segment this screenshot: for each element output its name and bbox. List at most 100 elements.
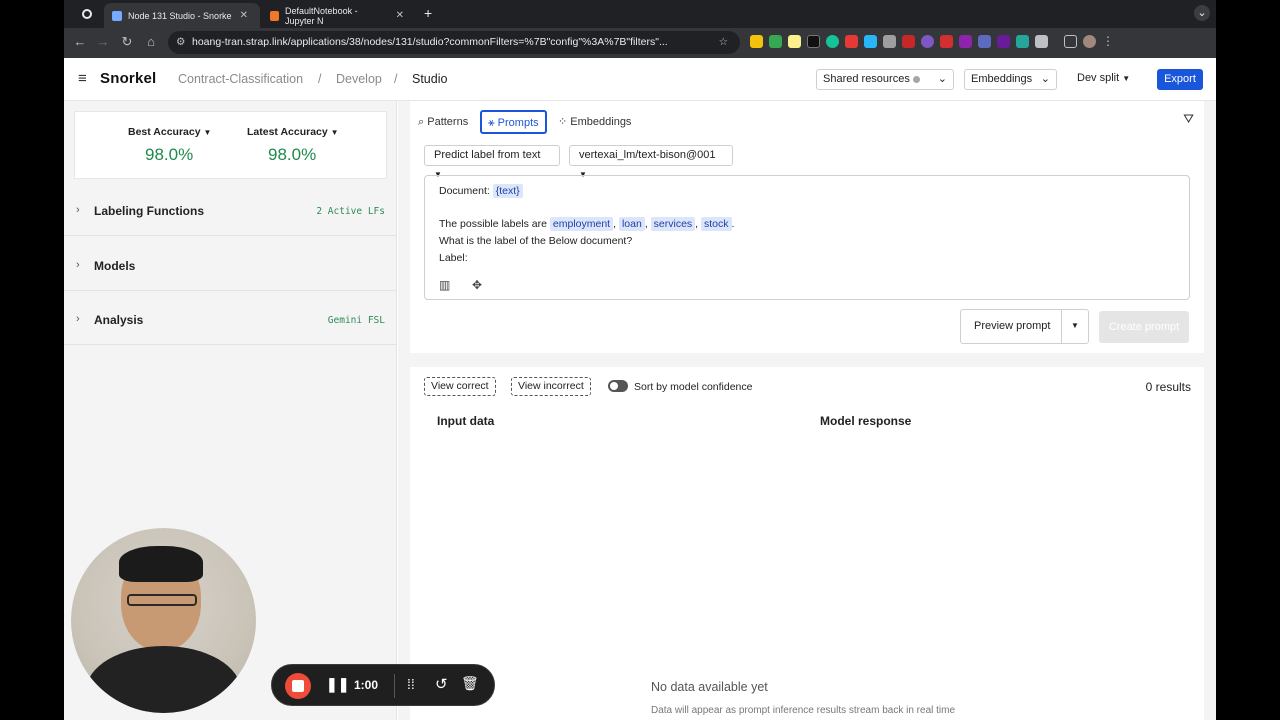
pause-icon[interactable]: ❚❚ (326, 676, 349, 693)
tab-jupyter[interactable]: DefaultNotebook - Jupyter N ✕ (262, 3, 412, 28)
results-count: 0 results (1145, 380, 1191, 394)
menu-icon[interactable]: ≡ (78, 70, 87, 87)
trash-icon[interactable]: 🗑 (461, 675, 479, 692)
caret-down-icon: ▼ (330, 128, 339, 137)
label-tag[interactable]: stock (701, 217, 732, 231)
presenter-body (86, 646, 241, 713)
grid-dots-icon[interactable]: ⁞⁞ (407, 676, 415, 692)
close-icon[interactable]: ✕ (240, 10, 248, 21)
forward-icon[interactable]: → (91, 34, 115, 49)
shared-resources-dropdown[interactable]: Shared resources ⌄ (816, 69, 954, 90)
split-dropdown[interactable]: Dev split ▼ (1077, 72, 1130, 84)
prompt-line-question: What is the label of the Below document? (439, 235, 633, 247)
chevron-down-icon: ⌄ (937, 73, 947, 85)
columns-icon[interactable]: ▥ (439, 278, 450, 292)
extension-icon[interactable] (959, 35, 972, 48)
extension-icon[interactable] (883, 35, 896, 48)
scatter-icon: ⁘ (558, 116, 568, 128)
extension-icon[interactable] (845, 35, 858, 48)
extensions-puzzle-icon[interactable] (1035, 35, 1048, 48)
logo[interactable]: Snorkel (100, 70, 156, 87)
variable-tag[interactable]: {text} (492, 184, 523, 198)
extension-icon[interactable] (1016, 35, 1029, 48)
prompt-line-labels: The possible labels are employment, loan… (439, 217, 735, 231)
chevron-right-icon: › (76, 204, 80, 216)
prompt-editor[interactable]: Document: {text} The possible labels are… (424, 175, 1190, 300)
prompt-line-answer: Label: (439, 252, 468, 264)
tab-embeddings[interactable]: ⁘ Embeddings (558, 111, 631, 135)
recording-timer: 1:00 (354, 678, 379, 692)
extension-icon[interactable] (788, 35, 801, 48)
best-accuracy-selector[interactable]: Best Accuracy ▼ (128, 126, 211, 138)
jupyter-favicon-icon (270, 10, 280, 21)
column-header-input: Input data (437, 414, 495, 428)
caret-down-icon: ▼ (1122, 74, 1131, 83)
embeddings-dropdown[interactable]: Embeddings ⌄ (964, 69, 1057, 90)
profile-avatar[interactable] (1083, 35, 1096, 48)
extension-icon[interactable] (750, 35, 763, 48)
tab-menu-icon[interactable]: ⌄ (1194, 5, 1210, 21)
latest-accuracy-selector[interactable]: Latest Accuracy ▼ (247, 126, 339, 138)
create-prompt-button[interactable]: Create prompt (1099, 311, 1189, 343)
reload-icon[interactable]: ↻ (115, 34, 139, 50)
models-section[interactable]: › Models (64, 243, 397, 291)
analysis-section[interactable]: › Analysis Gemini FSL (64, 297, 397, 345)
app-header: ≡ Snorkel Contract-Classification / Deve… (64, 58, 1216, 101)
export-button[interactable]: Export (1157, 69, 1203, 90)
stop-square-icon (292, 680, 304, 692)
extension-icon[interactable] (921, 35, 934, 48)
close-icon[interactable]: ✕ (396, 10, 404, 21)
filter-icon[interactable]: ⛛ (1183, 111, 1194, 127)
breadcrumb-app[interactable]: Contract-Classification (178, 72, 303, 86)
extension-icon[interactable] (864, 35, 877, 48)
extension-icon[interactable] (807, 35, 820, 48)
prompt-panel: Predict label from text ▼ vertexai_lm/te… (410, 135, 1204, 353)
label-tag[interactable]: employment (549, 217, 614, 231)
extension-icon[interactable] (997, 35, 1010, 48)
extension-icon[interactable] (940, 35, 953, 48)
snorkel-favicon-icon (112, 10, 122, 21)
move-icon[interactable]: ✥ (472, 278, 482, 292)
drive-icon[interactable] (769, 35, 782, 48)
preview-prompt-button[interactable]: Preview prompt ▼ (960, 309, 1089, 344)
label-tag[interactable]: services (650, 217, 696, 231)
side-panel-icon[interactable] (1064, 35, 1077, 48)
more-menu-icon[interactable]: ⋮ (1102, 35, 1114, 48)
chevron-down-icon: ⌄ (1040, 73, 1050, 85)
view-correct-button[interactable]: View correct (424, 377, 496, 396)
caret-down-icon: ▼ (203, 128, 212, 137)
home-icon[interactable]: ⌂ (139, 34, 163, 49)
new-tab-icon[interactable]: + (424, 5, 432, 21)
caret-down-icon[interactable]: ▼ (1071, 321, 1079, 330)
view-incorrect-button[interactable]: View incorrect (511, 377, 591, 396)
empty-state-title: No data available yet (651, 680, 768, 694)
extension-icon[interactable] (902, 35, 915, 48)
grammarly-icon[interactable] (826, 35, 839, 48)
tab-prompts[interactable]: ⚹ Prompts (480, 110, 547, 134)
browser-toolbar: ← → ↻ ⌂ ⚙ hoang-tran.strap.link/applicat… (64, 28, 1216, 58)
sort-confidence-toggle[interactable] (608, 380, 628, 392)
search-icon: ⌕ (418, 116, 425, 128)
studio-tabs: ⌕ Patterns ⚹ Prompts ⁘ Embeddings ⛛ (410, 101, 1204, 135)
bookmark-star-icon[interactable]: ☆ (719, 31, 728, 54)
extension-icon[interactable] (978, 35, 991, 48)
presenter-hair (119, 546, 203, 582)
label-tag[interactable]: loan (618, 217, 645, 231)
task-dropdown[interactable]: Predict label from text ▼ (424, 145, 560, 179)
site-info-icon[interactable]: ⚙ (176, 31, 185, 54)
breadcrumb-develop[interactable]: Develop (336, 72, 382, 86)
breadcrumb-separator: / (318, 72, 322, 86)
back-icon[interactable]: ← (68, 34, 92, 49)
sort-label: Sort by model confidence (634, 381, 753, 393)
divider (1061, 310, 1062, 343)
restart-icon[interactable]: ↺ (435, 675, 448, 693)
tab-studio[interactable]: Node 131 Studio - Snorke ✕ (104, 3, 260, 28)
main-panel: ⌕ Patterns ⚹ Prompts ⁘ Embeddings ⛛ Pred… (398, 101, 1216, 720)
breadcrumb-separator: / (394, 72, 398, 86)
tab-patterns[interactable]: ⌕ Patterns (418, 111, 468, 135)
labeling-functions-section[interactable]: › Labeling Functions 2 Active LFs (64, 188, 397, 236)
model-dropdown[interactable]: vertexai_lm/text-bison@001 ▼ (569, 145, 733, 179)
prompt-line-document: Document: {text} (439, 184, 523, 198)
address-bar[interactable]: ⚙ hoang-tran.strap.link/applications/38/… (168, 31, 740, 54)
latest-accuracy-value: 98.0% (268, 145, 317, 164)
